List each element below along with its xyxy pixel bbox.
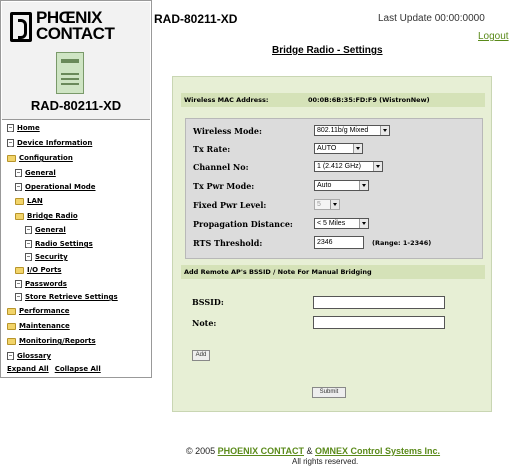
nav-item-monitoring-reports[interactable]: Monitoring/Reports <box>7 336 96 346</box>
nav-item-bridge-general[interactable]: General <box>25 225 66 235</box>
rts-threshold-label: RTS Threshold: <box>193 238 263 248</box>
nav-item-performance[interactable]: Performance <box>7 306 70 316</box>
chevron-down-icon <box>359 219 368 228</box>
channel-label: Channel No: <box>193 162 249 172</box>
chevron-down-icon <box>353 144 362 153</box>
phoenix-contact-link[interactable]: PHOENIX CONTACT <box>218 446 304 456</box>
header-device-title: RAD-80211-XD <box>154 12 238 26</box>
nav-item-passwords[interactable]: Passwords <box>15 279 67 289</box>
folder-open-icon <box>7 154 16 162</box>
folder-icon <box>7 307 16 315</box>
nav-item-radio-settings[interactable]: Radio Settings <box>25 239 93 249</box>
bssid-label: BSSID: <box>192 297 224 307</box>
rights-text: All rights reserved. <box>292 457 359 466</box>
folder-icon <box>15 197 24 205</box>
fixed-pwr-level-label: Fixed Pwr Level: <box>193 200 267 210</box>
mac-label: Wireless MAC Address: <box>184 96 269 104</box>
nav-item-lan[interactable]: LAN <box>15 196 43 206</box>
document-icon <box>25 253 32 261</box>
expand-all-link[interactable]: Expand All <box>7 365 49 373</box>
document-icon <box>15 183 22 191</box>
page-title: Bridge Radio - Settings <box>272 45 383 56</box>
submit-button[interactable]: Submit <box>312 387 346 398</box>
nav-item-configuration[interactable]: Configuration <box>7 153 73 163</box>
nav-item-bridge-radio[interactable]: Bridge Radio <box>15 211 78 221</box>
logo-text-line2: CONTACT <box>36 24 115 43</box>
document-icon <box>7 139 14 147</box>
nav-item-io-ports[interactable]: I/O Ports <box>15 265 61 275</box>
collapse-all-link[interactable]: Collapse All <box>55 365 101 373</box>
document-icon <box>7 352 14 360</box>
device-image <box>56 52 84 94</box>
wireless-mode-select[interactable]: 802.11b/g Mixed <box>314 125 390 136</box>
mac-address-bar: Wireless MAC Address: 00:0B:6B:35:FD:F9 … <box>181 93 485 107</box>
tx-pwr-mode-select[interactable]: Auto <box>314 180 369 191</box>
settings-panel: Wireless MAC Address: 00:0B:6B:35:FD:F9 … <box>172 76 492 412</box>
tx-rate-select[interactable]: AUTO <box>314 143 363 154</box>
last-update-text: Last Update 00:00:0000 <box>378 13 485 24</box>
logout-link[interactable]: Logout <box>478 31 509 42</box>
wireless-mode-label: Wireless Mode: <box>193 126 262 136</box>
propagation-distance-label: Propagation Distance: <box>193 219 293 229</box>
document-icon <box>25 240 32 248</box>
nav-item-security[interactable]: Security <box>25 252 68 262</box>
rts-threshold-input[interactable]: 2346 <box>314 236 364 249</box>
tree-controls: Expand All Collapse All <box>7 365 107 373</box>
document-icon <box>15 293 22 301</box>
copyright-line: © 2005 PHOENIX CONTACT & OMNEX Control S… <box>186 446 441 456</box>
document-icon <box>15 169 22 177</box>
nav-item-home[interactable]: Home <box>7 123 40 133</box>
nav-item-operational-mode[interactable]: Operational Mode <box>15 182 96 192</box>
document-icon <box>15 280 22 288</box>
tx-rate-label: Tx Rate: <box>193 144 231 154</box>
phoenix-contact-logo: PHŒNIX CONTACT <box>10 9 132 46</box>
channel-select[interactable]: 1 (2.412 GHz) <box>314 161 383 172</box>
chevron-down-icon <box>359 181 368 190</box>
remote-ap-header: Add Remote AP's BSSID / Note For Manual … <box>181 265 485 279</box>
fixed-pwr-level-select[interactable]: 5 <box>314 199 340 210</box>
tx-pwr-mode-label: Tx Pwr Mode: <box>193 181 255 191</box>
rts-range-hint: (Range: 1-2346) <box>372 239 432 247</box>
nav-item-glossary[interactable]: Glossary <box>7 351 51 361</box>
folder-icon <box>7 322 16 330</box>
bssid-input[interactable] <box>313 296 445 309</box>
folder-icon <box>7 337 16 345</box>
nav-item-general[interactable]: General <box>15 168 56 178</box>
logo-panel: PHŒNIX CONTACT RAD-80211-XD <box>2 2 150 120</box>
nav-item-maintenance[interactable]: Maintenance <box>7 321 70 331</box>
note-label: Note: <box>192 318 217 328</box>
omnex-link[interactable]: OMNEX Control Systems Inc. <box>315 446 440 456</box>
chevron-down-icon <box>373 162 382 171</box>
note-input[interactable] <box>313 316 445 329</box>
nav-item-store-retrieve[interactable]: Store Retrieve Settings <box>15 292 118 302</box>
document-icon <box>7 124 14 132</box>
folder-icon <box>15 266 24 274</box>
radio-settings-box: Wireless Mode: 802.11b/g Mixed Tx Rate: … <box>185 118 483 259</box>
document-icon <box>25 226 32 234</box>
chevron-down-icon <box>330 200 339 209</box>
mac-value: 00:0B:6B:35:FD:F9 (WistronNew) <box>308 96 430 104</box>
nav-item-device-information[interactable]: Device Information <box>7 138 92 148</box>
sidebar: PHŒNIX CONTACT RAD-80211-XD Home Device … <box>0 0 152 378</box>
add-button[interactable]: Add <box>192 350 210 361</box>
propagation-distance-select[interactable]: < 5 Miles <box>314 218 369 229</box>
folder-open-icon <box>15 212 24 220</box>
sidebar-device-name: RAD-80211-XD <box>30 98 122 113</box>
logo-mark-icon <box>10 12 32 42</box>
chevron-down-icon <box>380 126 389 135</box>
